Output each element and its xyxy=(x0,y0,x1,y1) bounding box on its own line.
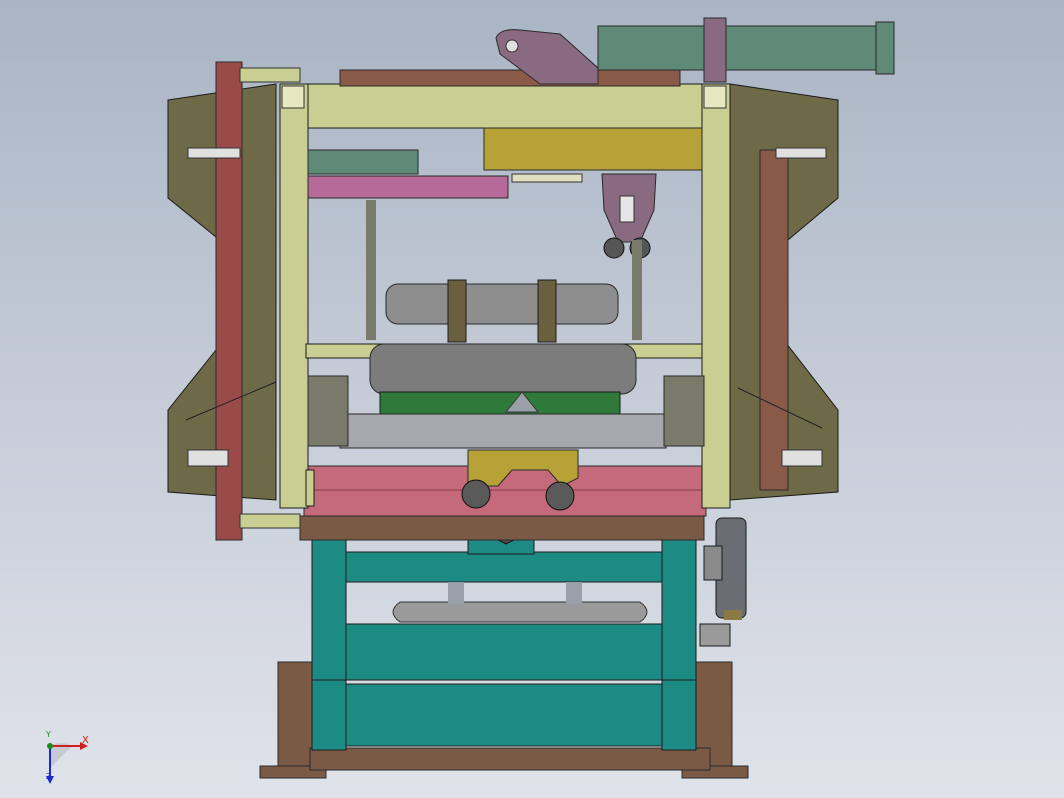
y-axis-label: Y xyxy=(46,730,51,739)
valve-unit xyxy=(699,517,747,647)
right-side-plate xyxy=(729,83,839,501)
x-axis-label: X xyxy=(82,735,89,746)
z-axis-label: Z xyxy=(46,772,52,781)
upper-roller xyxy=(385,279,619,343)
teal-lower-frame xyxy=(311,517,697,751)
top-air-cylinder xyxy=(339,17,895,87)
machine-assembly-model xyxy=(167,17,895,779)
main-roller xyxy=(369,343,637,415)
cad-viewport[interactable]: X Y Z xyxy=(0,0,1064,798)
coordinate-triad: X Y Z xyxy=(38,728,108,788)
